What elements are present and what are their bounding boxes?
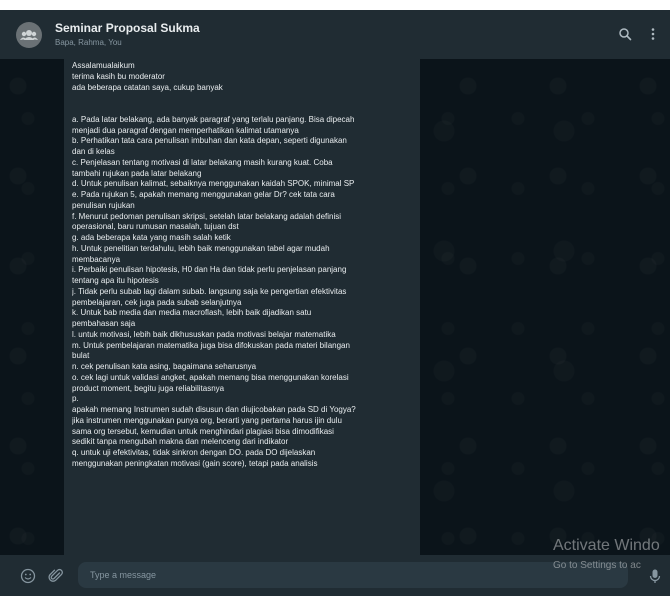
message-line: c. Penjelasan tentang motivasi di latar … [72, 157, 333, 167]
message-line: sedikit tanpa mengubah makna dan melence… [72, 437, 289, 447]
message-line: bulat [72, 351, 90, 361]
message-line: ada beberapa catatan saya, cukup banyak [72, 82, 223, 92]
message-line [72, 104, 412, 115]
message-line: o. cek lagi untuk validasi angket, apaka… [72, 372, 349, 382]
message-line: product moment, begitu juga reliabilitas… [72, 383, 225, 393]
chat-title[interactable]: Seminar Proposal Sukma [55, 21, 200, 35]
message-line: tambahi rujukan pada latar belakang [72, 168, 202, 178]
message-composer [0, 555, 670, 596]
emoji-icon[interactable] [20, 568, 36, 584]
message-line: menjadi dua paragraf dengan memperhatika… [72, 125, 299, 135]
message-line: membacanya [72, 254, 121, 264]
message-line: terima kasih bu moderator [72, 71, 165, 81]
message-bubble[interactable]: Assalamualaikum terima kasih bu moderator… [64, 59, 420, 559]
message-line: Assalamualaikum [72, 61, 135, 70]
message-line: pembelajaran, cek juga pada subab selanj… [72, 297, 242, 307]
message-line: p. [72, 394, 79, 404]
message-line: penulisan rujukan [72, 200, 135, 210]
message-line: i. Perbaiki penulisan hipotesis, H0 dan … [72, 265, 347, 275]
chat-participants: Bapa, Rahma, You [55, 38, 122, 47]
message-line: f. Menurut pedoman penulisan skripsi, se… [72, 211, 342, 221]
message-line: m. Untuk pembelajaran matematika juga bi… [72, 340, 350, 350]
message-line: menggunakan peningkatan motivasi (gain s… [72, 458, 318, 468]
message-line: a. Pada latar belakang, ada banyak parag… [72, 114, 355, 124]
message-line: d. Untuk penulisan kalimat, sebaiknya me… [72, 179, 355, 189]
message-line: tentang apa itu hipotesis [72, 276, 159, 285]
message-list[interactable]: Assalamualaikum terima kasih bu moderator… [0, 59, 670, 582]
message-line: k. Untuk bab media dan media macroflash,… [72, 308, 312, 318]
message-line: l. untuk motivasi, lebih baik dikhususka… [72, 329, 336, 339]
message-line: q. untuk uji efektivitas, tidak sinkron … [72, 448, 316, 457]
mic-icon[interactable] [647, 568, 663, 584]
message-line: n. cek penulisan kata asing, bagaimana s… [72, 362, 257, 371]
message-line: dan di kelas [72, 147, 115, 156]
attach-icon[interactable] [48, 568, 64, 584]
search-icon[interactable] [618, 27, 632, 41]
message-line: apakah memang Instrumen sudah disusun da… [72, 405, 356, 414]
message-input[interactable] [78, 562, 628, 588]
message-line [72, 93, 412, 104]
message-line: operasional, baru rumusan masalah, tujua… [72, 222, 239, 232]
message-line: h. Untuk penelitian terdahulu, lebih bai… [72, 243, 330, 253]
message-line: b. Perhatikan tata cara penulisan imbuha… [72, 136, 347, 146]
message-line: sama org tersebut, kemudian untuk menghi… [72, 426, 334, 436]
message-line: jika instrumen menggunakan punya org, be… [72, 415, 342, 425]
message-line: e. Pada rujukan 5, apakah memang menggun… [72, 190, 335, 199]
message-line: g. ada beberapa kata yang masih salah ke… [72, 233, 231, 242]
whatsapp-window: Seminar Proposal Sukma Bapa, Rahma, You … [0, 10, 670, 596]
message-line: j. Tidak perlu subab lagi dalam subab. l… [72, 286, 347, 296]
group-avatar-icon[interactable] [16, 22, 42, 48]
message-line: pembahasan saja [72, 319, 136, 328]
chat-header[interactable]: Seminar Proposal Sukma Bapa, Rahma, You [0, 10, 670, 59]
menu-icon[interactable] [646, 27, 660, 41]
